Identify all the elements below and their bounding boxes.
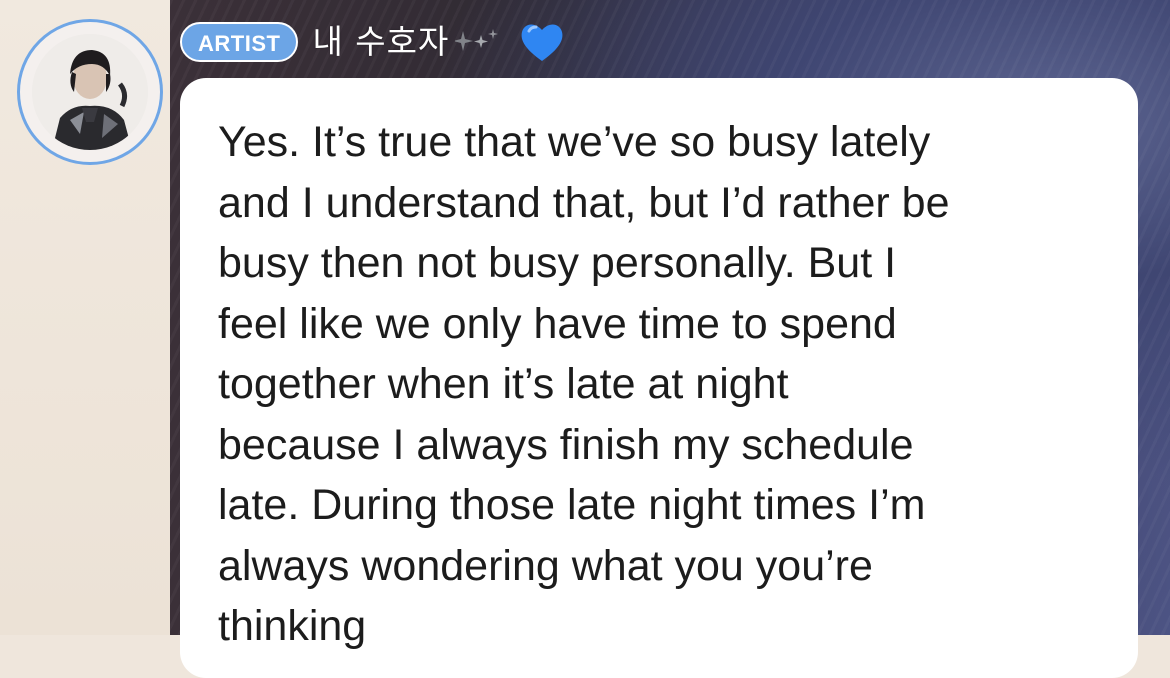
profile-photo xyxy=(32,34,148,150)
blue-heart-icon xyxy=(519,21,565,63)
artist-badge: ARTIST xyxy=(180,22,299,62)
sparkle-icon xyxy=(453,27,501,57)
author-name[interactable]: 내 수호자 xyxy=(312,20,449,64)
post-header: ARTIST 내 수호자 xyxy=(180,20,565,64)
avatar[interactable] xyxy=(17,19,163,165)
avatar-image xyxy=(32,34,148,150)
message-bubble: Yes. It’s true that we’ve so busy lately… xyxy=(180,78,1138,678)
message-text: Yes. It’s true that we’ve so busy lately… xyxy=(218,118,950,650)
